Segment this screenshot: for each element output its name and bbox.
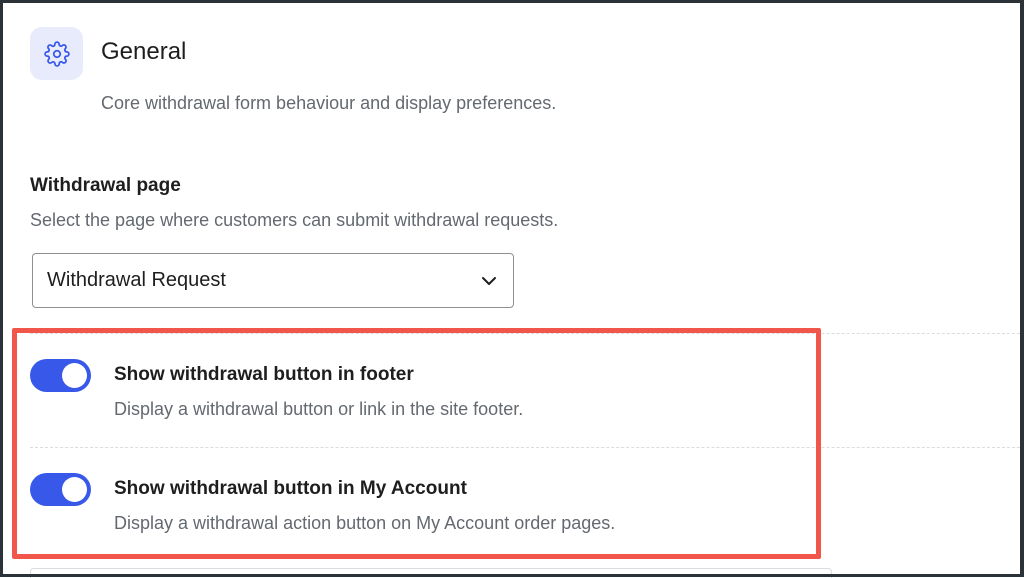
footer-option-title: Show withdrawal button in footer	[114, 364, 414, 385]
divider	[30, 333, 1020, 334]
withdrawal-page-selected-value: Withdrawal Request	[47, 269, 226, 291]
section-subtitle: Core withdrawal form behaviour and displ…	[101, 93, 557, 113]
toggle-knob	[62, 363, 87, 388]
chevron-down-icon	[482, 276, 496, 285]
withdrawal-page-help: Select the page where customers can subm…	[30, 210, 559, 230]
my-account-option-title: Show withdrawal button in My Account	[114, 478, 467, 499]
settings-section-icon	[30, 27, 83, 80]
gear-icon	[43, 40, 70, 67]
divider	[30, 447, 1020, 448]
toggle-knob	[62, 477, 87, 502]
withdrawal-page-select[interactable]: Withdrawal Request	[32, 253, 514, 308]
my-account-button-toggle[interactable]	[30, 473, 91, 506]
withdrawal-page-label: Withdrawal page	[30, 175, 181, 196]
footer-button-toggle[interactable]	[30, 359, 91, 392]
footer-option-description: Display a withdrawal button or link in t…	[114, 399, 524, 419]
section-title: General	[101, 38, 187, 65]
my-account-option-description: Display a withdrawal action button on My…	[114, 513, 616, 533]
